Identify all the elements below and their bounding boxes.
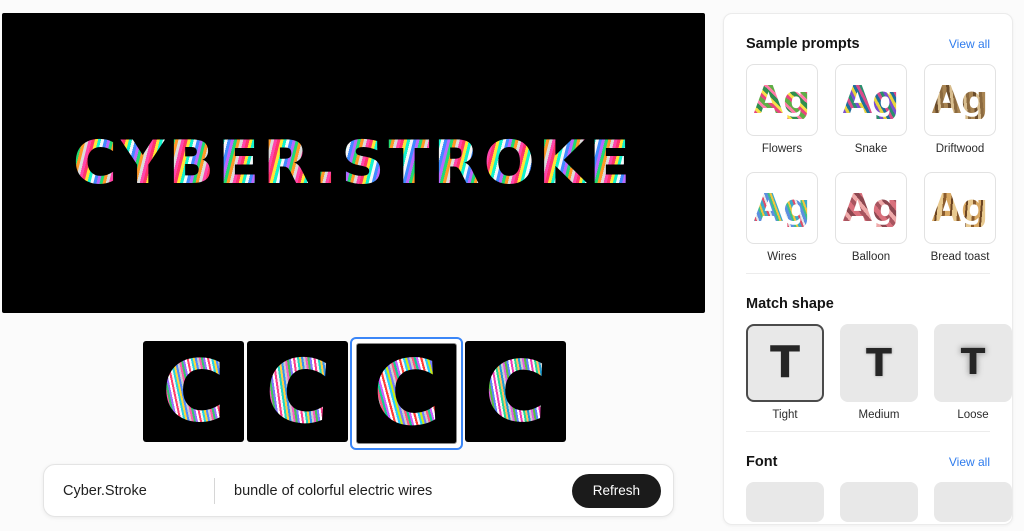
main-workspace: CYBER.STROKE C C C C Cyber.Stroke bundle… xyxy=(0,0,709,531)
letter-t-icon: T xyxy=(960,342,986,383)
thumbnail-letter: C xyxy=(247,341,348,442)
sample-prompt-label: Wires xyxy=(767,251,797,263)
variation-thumbnail-2[interactable]: C xyxy=(247,341,348,446)
thumbnail-image: C xyxy=(247,341,348,442)
letter-t-icon: T xyxy=(866,341,892,385)
variation-thumbnail-strip: C C C C xyxy=(141,337,568,450)
sample-prompt-label: Flowers xyxy=(761,143,803,155)
variation-thumbnail-3-selected[interactable]: C xyxy=(350,337,463,450)
sample-prompt-thumb[interactable]: Ag xyxy=(924,64,996,136)
font-section: Font View all xyxy=(724,432,1012,522)
prompt-bar: Cyber.Stroke Refresh xyxy=(43,464,674,517)
thumbnail-image: C xyxy=(356,343,457,444)
thumbnail-image: C xyxy=(143,341,244,442)
sample-glyph: Ag xyxy=(931,78,989,122)
properties-panel: Sample prompts View all Ag Flowers Ag Sn… xyxy=(723,13,1013,525)
sample-prompt-thumb[interactable]: Ag xyxy=(924,172,996,244)
match-shape-section: Match shape T Tight T Medium T Loose xyxy=(724,274,1012,421)
sample-prompts-title: Sample prompts xyxy=(746,36,860,52)
sample-prompt-balloon[interactable]: Ag Balloon xyxy=(835,172,907,263)
match-shape-card[interactable]: T xyxy=(934,324,1012,402)
font-option-1[interactable] xyxy=(746,482,824,522)
variation-thumbnail-1[interactable]: C xyxy=(143,341,244,446)
sample-prompt-thumb[interactable]: Ag xyxy=(746,172,818,244)
sample-prompt-thumb[interactable]: Ag xyxy=(746,64,818,136)
thumbnail-letter: C xyxy=(143,341,244,442)
sample-prompt-label: Snake xyxy=(854,143,888,155)
sample-prompt-label: Driftwood xyxy=(935,143,985,155)
sample-prompt-driftwood[interactable]: Ag Driftwood xyxy=(924,64,996,155)
sample-prompts-grid: Ag Flowers Ag Snake Ag Driftwood Ag Wire… xyxy=(746,64,996,263)
effect-name-label: Cyber.Stroke xyxy=(63,482,147,499)
sample-prompt-snake[interactable]: Ag Snake xyxy=(835,64,907,155)
sample-prompt-label: Balloon xyxy=(851,251,891,263)
sample-prompts-header: Sample prompts View all xyxy=(746,14,990,64)
match-shape-loose[interactable]: T Loose xyxy=(934,324,1012,421)
match-shape-label: Tight xyxy=(772,409,798,421)
sample-prompts-section: Sample prompts View all Ag Flowers Ag Sn… xyxy=(724,14,1012,263)
match-shape-label: Loose xyxy=(957,409,989,421)
match-shape-tight[interactable]: T Tight xyxy=(746,324,824,421)
match-shape-grid: T Tight T Medium T Loose xyxy=(746,324,1012,421)
sample-prompt-flowers[interactable]: Ag Flowers xyxy=(746,64,818,155)
font-option-3[interactable] xyxy=(934,482,1012,522)
font-view-all[interactable]: View all xyxy=(949,455,990,469)
sample-prompt-label: Bread toast xyxy=(930,251,990,263)
sample-prompt-thumb[interactable]: Ag xyxy=(835,64,907,136)
sample-prompt-wires[interactable]: Ag Wires xyxy=(746,172,818,263)
thumbnail-letter: C xyxy=(357,344,456,443)
match-shape-card[interactable]: T xyxy=(746,324,824,402)
match-shape-card[interactable]: T xyxy=(840,324,918,402)
canvas-text: CYBER.STROKE xyxy=(2,128,705,198)
refresh-button[interactable]: Refresh xyxy=(571,473,661,508)
match-shape-title: Match shape xyxy=(746,296,834,312)
letter-t-icon: T xyxy=(769,337,800,388)
match-shape-header: Match shape xyxy=(746,274,990,324)
font-grid xyxy=(746,482,1012,522)
thumbnail-letter: C xyxy=(465,341,566,442)
variation-thumbnail-4[interactable]: C xyxy=(465,341,566,446)
text-effects-app: CYBER.STROKE C C C C Cyber.Stroke bundle… xyxy=(0,0,1024,531)
thumbnail-image: C xyxy=(465,341,566,442)
prompt-input[interactable] xyxy=(215,482,572,499)
sample-prompts-view-all[interactable]: View all xyxy=(949,37,990,51)
sample-glyph: Ag xyxy=(753,186,811,230)
sample-prompt-bread-toast[interactable]: Ag Bread toast xyxy=(924,172,996,263)
sample-glyph: Ag xyxy=(842,78,900,122)
match-shape-label: Medium xyxy=(858,409,900,421)
sample-glyph: Ag xyxy=(753,78,811,122)
sample-glyph: Ag xyxy=(931,186,989,230)
preview-canvas[interactable]: CYBER.STROKE xyxy=(2,13,705,313)
match-shape-medium[interactable]: T Medium xyxy=(840,324,918,421)
sample-glyph: Ag xyxy=(842,186,900,230)
font-option-2[interactable] xyxy=(840,482,918,522)
font-title: Font xyxy=(746,454,778,470)
font-header: Font View all xyxy=(746,432,990,482)
sample-prompt-thumb[interactable]: Ag xyxy=(835,172,907,244)
